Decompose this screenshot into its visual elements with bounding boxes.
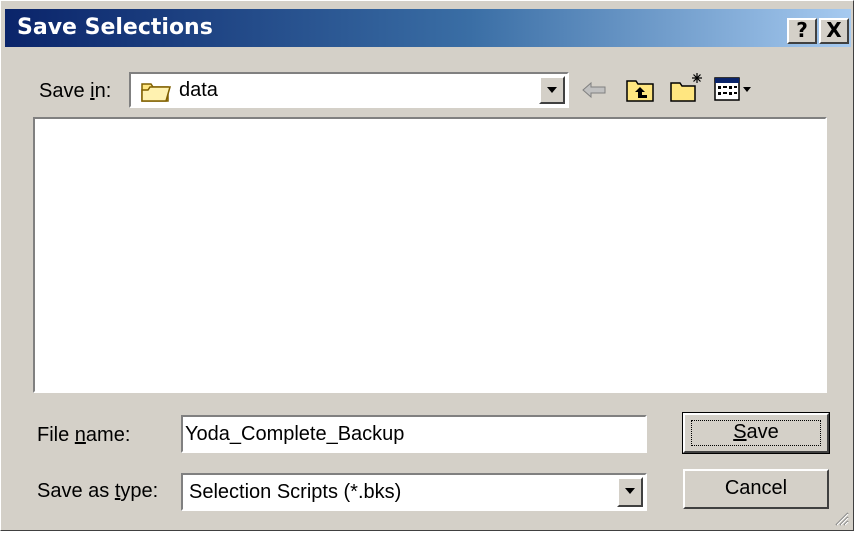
save-as-type-label: Save as type: [37,480,159,502]
save-in-dropdown-button[interactable] [539,76,565,104]
save-in-label: Save in: [39,80,112,102]
view-menu-icon[interactable] [713,75,753,108]
folder-icon [141,79,171,108]
file-name-input[interactable] [185,417,635,451]
file-list-view[interactable] [33,117,827,393]
save-selections-dialog: Save Selections ? X Save in: data File n… [0,0,854,531]
file-name-label: File name: [37,424,131,446]
create-new-folder-icon[interactable] [669,71,705,108]
save-button[interactable]: Save [682,412,830,454]
window-title: Save Selections [17,15,213,40]
save-in-value: data [179,79,218,101]
up-one-level-icon[interactable] [625,75,657,108]
resize-grip-icon[interactable] [833,510,849,526]
save-in-dropdown[interactable]: data [129,72,569,108]
close-button[interactable]: X [819,18,849,44]
save-as-type-dropdown[interactable]: Selection Scripts (*.bks) [181,473,647,511]
file-name-field[interactable] [181,415,647,453]
back-arrow-icon[interactable] [581,79,609,106]
help-button[interactable]: ? [787,18,817,44]
cancel-button[interactable]: Cancel [683,469,829,509]
save-as-type-dropdown-button[interactable] [617,477,643,507]
title-bar[interactable]: Save Selections ? X [5,9,851,47]
focus-rectangle [691,420,821,446]
save-as-type-value: Selection Scripts (*.bks) [189,481,402,503]
